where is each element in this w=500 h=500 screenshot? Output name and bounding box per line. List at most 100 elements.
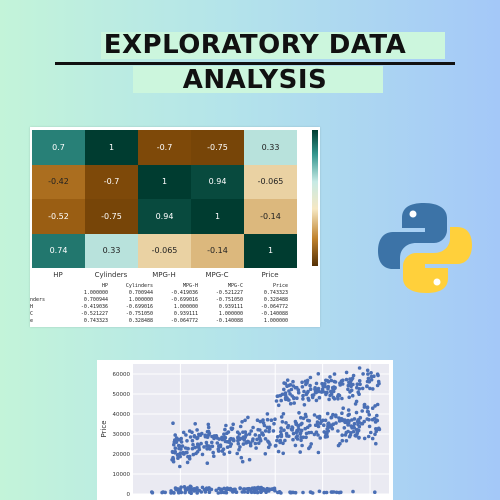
scatter-point <box>341 406 345 410</box>
scatter-point <box>171 457 176 461</box>
scatter-point <box>316 433 320 437</box>
table-cell: -0.064772 <box>170 318 198 324</box>
scatter-point <box>187 454 192 459</box>
scatter-point <box>334 421 338 425</box>
scatter-point <box>185 439 189 443</box>
scatter-point <box>217 437 221 441</box>
table-cell: 0.939111 <box>173 311 198 317</box>
table-header-cell: Cylinders <box>125 283 153 289</box>
scatter-point <box>275 438 279 443</box>
scatter-point <box>240 459 245 464</box>
scatter-point <box>220 449 225 453</box>
scatter-point <box>354 410 359 415</box>
heatmap-x-label: Cylinders <box>94 271 128 279</box>
scatter-point <box>344 430 349 435</box>
scatter-point <box>344 439 349 443</box>
scatter-point <box>340 433 344 437</box>
scatter-point <box>377 381 381 386</box>
scatter-point <box>336 429 340 433</box>
scatter-point <box>227 450 232 455</box>
scatter-point <box>357 424 362 429</box>
table-cell: -0.419036 <box>170 290 198 296</box>
scatter-point <box>277 490 282 494</box>
scatter-point <box>288 490 292 494</box>
scatter-point <box>230 427 234 432</box>
scatter-point <box>306 396 310 401</box>
python-logo-icon <box>378 203 472 293</box>
scatter-point <box>285 378 290 382</box>
scatter-point <box>276 449 281 454</box>
table-cell: -0.699016 <box>125 304 153 310</box>
scatter-point <box>243 418 247 423</box>
scatter-point <box>208 447 212 451</box>
scatter-point <box>179 447 183 451</box>
scatter-point <box>328 393 332 398</box>
table-row-index: e <box>30 318 34 324</box>
table-cell: 0.939111 <box>218 304 243 310</box>
scatter-point <box>281 412 286 416</box>
scatter-point <box>332 397 337 401</box>
y-tick-label: 50000 <box>113 392 131 398</box>
y-tick-label: 30000 <box>113 432 131 438</box>
table-cell: 0.328488 <box>128 318 153 324</box>
scatter-point <box>332 490 336 494</box>
scatter-point <box>366 372 370 376</box>
scatter-point <box>283 393 288 398</box>
scatter-point <box>241 430 245 434</box>
table-cell: 1.000000 <box>173 304 198 310</box>
scatter-point <box>247 440 251 444</box>
page-title-line-1: EXPLORATORY DATA <box>103 30 407 60</box>
scatter-point <box>336 443 341 448</box>
scatter-point <box>336 393 340 398</box>
scatter-point <box>256 427 260 432</box>
heatmap-cell: 1 <box>85 130 138 165</box>
scatter-point <box>224 423 228 428</box>
table-cell: -0.699016 <box>170 297 198 303</box>
heatmap-cell: -0.7 <box>85 164 138 199</box>
scatter-point <box>288 383 293 387</box>
heatmap-cell: 0.74 <box>32 233 85 268</box>
scatter-point <box>365 417 370 421</box>
scatter-point <box>249 429 253 433</box>
scatter-point <box>306 418 310 423</box>
page-title-line-2: ANALYSIS <box>182 65 328 95</box>
scatter-point <box>351 489 355 494</box>
scatter-point <box>371 387 375 391</box>
scatter-point <box>205 487 210 491</box>
scatter-point <box>279 415 284 419</box>
table-cell: -0.521227 <box>80 311 108 317</box>
scatter-point <box>340 438 345 443</box>
scatter-point <box>171 421 175 425</box>
scatter-point <box>330 426 335 431</box>
table-cell: -0.419036 <box>80 304 108 310</box>
scatter-point <box>327 397 331 402</box>
scatter-point <box>362 403 367 407</box>
scatter-point <box>233 487 237 492</box>
scatter-point <box>316 450 321 455</box>
table-cell: 0.743323 <box>83 318 108 324</box>
scatter-point <box>294 430 299 435</box>
scatter-point <box>362 436 367 441</box>
scatter-point <box>169 489 173 493</box>
scatter-point <box>366 434 371 439</box>
heatmap-cell: 1 <box>244 233 297 268</box>
scatter-point <box>175 453 180 457</box>
scatter-point <box>333 380 338 384</box>
scatter-point <box>178 464 182 469</box>
scatter-point <box>322 423 326 427</box>
table-cell: 1.000000 <box>263 318 288 324</box>
scatter-point <box>185 460 190 465</box>
heatmap-cell: -0.14 <box>244 199 297 234</box>
scatter-point <box>352 417 357 421</box>
scatter-point <box>266 439 270 444</box>
scatter-point <box>344 370 349 375</box>
scatter-point <box>358 382 362 387</box>
scatter-point <box>325 411 330 416</box>
scatter-point <box>288 392 292 396</box>
scatter-point <box>300 385 305 389</box>
scatter-point <box>317 489 322 494</box>
scatter-point <box>210 440 214 445</box>
scatter-point <box>276 394 280 398</box>
scatter-point <box>271 429 276 433</box>
scatter-point <box>177 438 181 442</box>
